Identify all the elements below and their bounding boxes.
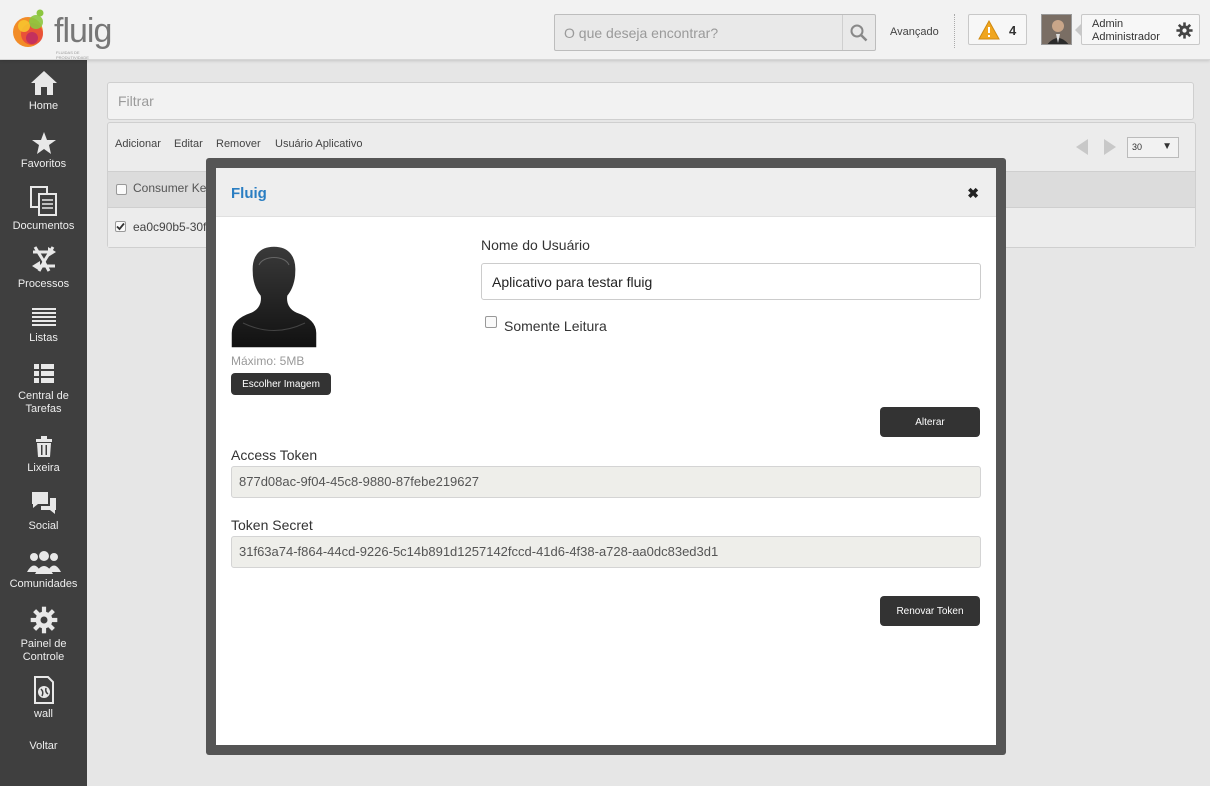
sidebar-item-painel-de-controle[interactable]: Painel de Controle bbox=[0, 606, 87, 664]
star-icon bbox=[31, 132, 56, 154]
divider bbox=[954, 14, 955, 48]
search-icon bbox=[850, 24, 868, 41]
sidebar-item-label: Comunidades bbox=[9, 578, 78, 590]
modal-title: Fluig bbox=[231, 185, 267, 202]
wall-icon bbox=[33, 676, 54, 704]
sidebar-item-label: Voltar bbox=[29, 740, 58, 752]
user-role: Administrador bbox=[1092, 31, 1160, 43]
close-icon[interactable]: ✖ bbox=[967, 185, 979, 202]
max-size-label: Máximo: 5MB bbox=[231, 354, 305, 368]
token-secret-label: Token Secret bbox=[231, 517, 313, 533]
chevron-down-icon: ▼ bbox=[1162, 141, 1172, 152]
social-icon bbox=[31, 492, 56, 514]
sidebar-item-favoritos[interactable]: Favoritos bbox=[0, 132, 87, 171]
logo-text: fluig bbox=[54, 12, 112, 50]
sidebar-item-voltar[interactable]: Voltar bbox=[0, 740, 87, 753]
remove-button[interactable]: Remover bbox=[216, 138, 261, 150]
sidebar-item-label: Processos bbox=[17, 278, 70, 290]
trash-icon bbox=[35, 436, 52, 457]
add-button[interactable]: Adicionar bbox=[115, 138, 161, 150]
sidebar-item-documentos[interactable]: Documentos bbox=[0, 186, 87, 233]
app-user-modal: Fluig ✖ Máximo: 5MB Escolher Imagem Nome… bbox=[216, 168, 996, 745]
avatar[interactable] bbox=[1041, 14, 1072, 45]
username-field[interactable] bbox=[481, 263, 981, 300]
sidebar-item-label: Social bbox=[28, 520, 59, 532]
user-avatar-image bbox=[1042, 15, 1071, 44]
checkmark-icon bbox=[116, 222, 125, 231]
sidebar-item-central-de-tarefas[interactable]: Central de Tarefas bbox=[0, 362, 87, 416]
fluig-logo-icon bbox=[13, 9, 44, 47]
column-header-consumer-key[interactable]: Consumer Key bbox=[133, 181, 212, 195]
readonly-checkbox[interactable] bbox=[485, 316, 497, 328]
access-token-label: Access Token bbox=[231, 447, 318, 463]
communities-icon bbox=[26, 551, 61, 574]
username-label: Nome do Usuário bbox=[481, 237, 590, 253]
sidebar-item-lixeira[interactable]: Lixeira bbox=[0, 436, 87, 475]
task-center-icon bbox=[33, 364, 54, 383]
sidebar-item-label: Painel de Controle bbox=[20, 638, 67, 663]
edit-button[interactable]: Editar bbox=[174, 138, 203, 150]
search-button[interactable] bbox=[842, 15, 875, 50]
consumer-key-cell: ea0c90b5-30f2 bbox=[133, 220, 214, 234]
filter-input[interactable] bbox=[108, 83, 1193, 119]
sidebar-item-comunidades[interactable]: Comunidades bbox=[0, 550, 87, 591]
modal-header: Fluig ✖ bbox=[216, 168, 996, 217]
sidebar-item-processos[interactable]: Processos bbox=[0, 244, 87, 291]
user-menu[interactable]: Admin Administrador bbox=[1075, 14, 1200, 45]
sidebar-item-label: Central de Tarefas bbox=[18, 390, 69, 415]
fluig-logo[interactable]: fluig FLUIDAS DE PRODUTIVIDADE bbox=[10, 6, 112, 60]
notifications-button[interactable]: 4 bbox=[968, 14, 1027, 45]
logo-subtext: FLUIDAS DE PRODUTIVIDADE bbox=[56, 50, 89, 60]
sidebar-item-label: Listas bbox=[29, 332, 58, 344]
user-name: Admin Administrador bbox=[1092, 18, 1160, 44]
filter-box bbox=[107, 82, 1194, 120]
notification-count: 4 bbox=[1009, 23, 1017, 38]
warning-icon bbox=[978, 20, 1000, 40]
token-secret-field[interactable]: 31f63a74-f864-44cd-9226-5c14b891d1257142… bbox=[231, 536, 981, 568]
lists-icon bbox=[31, 308, 56, 326]
home-icon bbox=[30, 71, 57, 95]
page-size-select[interactable]: 30 ▼ bbox=[1127, 137, 1179, 158]
user-silhouette-icon bbox=[231, 245, 317, 348]
select-all-checkbox[interactable] bbox=[116, 184, 127, 195]
sidebar-item-listas[interactable]: Listas bbox=[0, 306, 87, 345]
next-page-button[interactable] bbox=[1104, 139, 1116, 155]
page-size-value: 30 bbox=[1132, 142, 1143, 152]
user-first-name: Admin bbox=[1092, 18, 1124, 30]
global-search bbox=[554, 14, 876, 51]
documents-icon bbox=[29, 186, 57, 216]
sidebar-item-social[interactable]: Social bbox=[0, 490, 87, 533]
alter-button[interactable]: Alterar bbox=[880, 407, 980, 437]
sidebar: Home Favoritos Documentos Processos List… bbox=[0, 60, 87, 786]
search-input[interactable] bbox=[555, 15, 843, 50]
control-panel-icon bbox=[30, 606, 57, 634]
renew-token-button[interactable]: Renovar Token bbox=[880, 596, 980, 626]
user-photo bbox=[231, 243, 317, 348]
sidebar-item-label: Home bbox=[28, 100, 59, 112]
sidebar-item-home[interactable]: Home bbox=[0, 70, 87, 113]
sidebar-item-label: Favoritos bbox=[20, 158, 67, 170]
advanced-search-link[interactable]: Avançado bbox=[890, 26, 939, 38]
sidebar-item-wall[interactable]: wall bbox=[0, 676, 87, 721]
readonly-label[interactable]: Somente Leitura bbox=[504, 318, 607, 334]
sidebar-item-label: Lixeira bbox=[27, 462, 60, 474]
gear-icon[interactable] bbox=[1176, 22, 1193, 39]
app-user-button[interactable]: Usuário Aplicativo bbox=[275, 138, 362, 150]
top-bar: fluig FLUIDAS DE PRODUTIVIDADE Avançado … bbox=[0, 0, 1210, 60]
row-checkbox[interactable] bbox=[115, 221, 126, 232]
processes-icon bbox=[31, 246, 56, 272]
sidebar-item-label: wall bbox=[34, 708, 53, 720]
choose-image-button[interactable]: Escolher Imagem bbox=[231, 373, 331, 395]
access-token-field[interactable]: 877d08ac-9f04-45c8-9880-87febe219627 bbox=[231, 466, 981, 498]
previous-page-button[interactable] bbox=[1076, 139, 1088, 155]
sidebar-item-label: Documentos bbox=[12, 220, 75, 232]
